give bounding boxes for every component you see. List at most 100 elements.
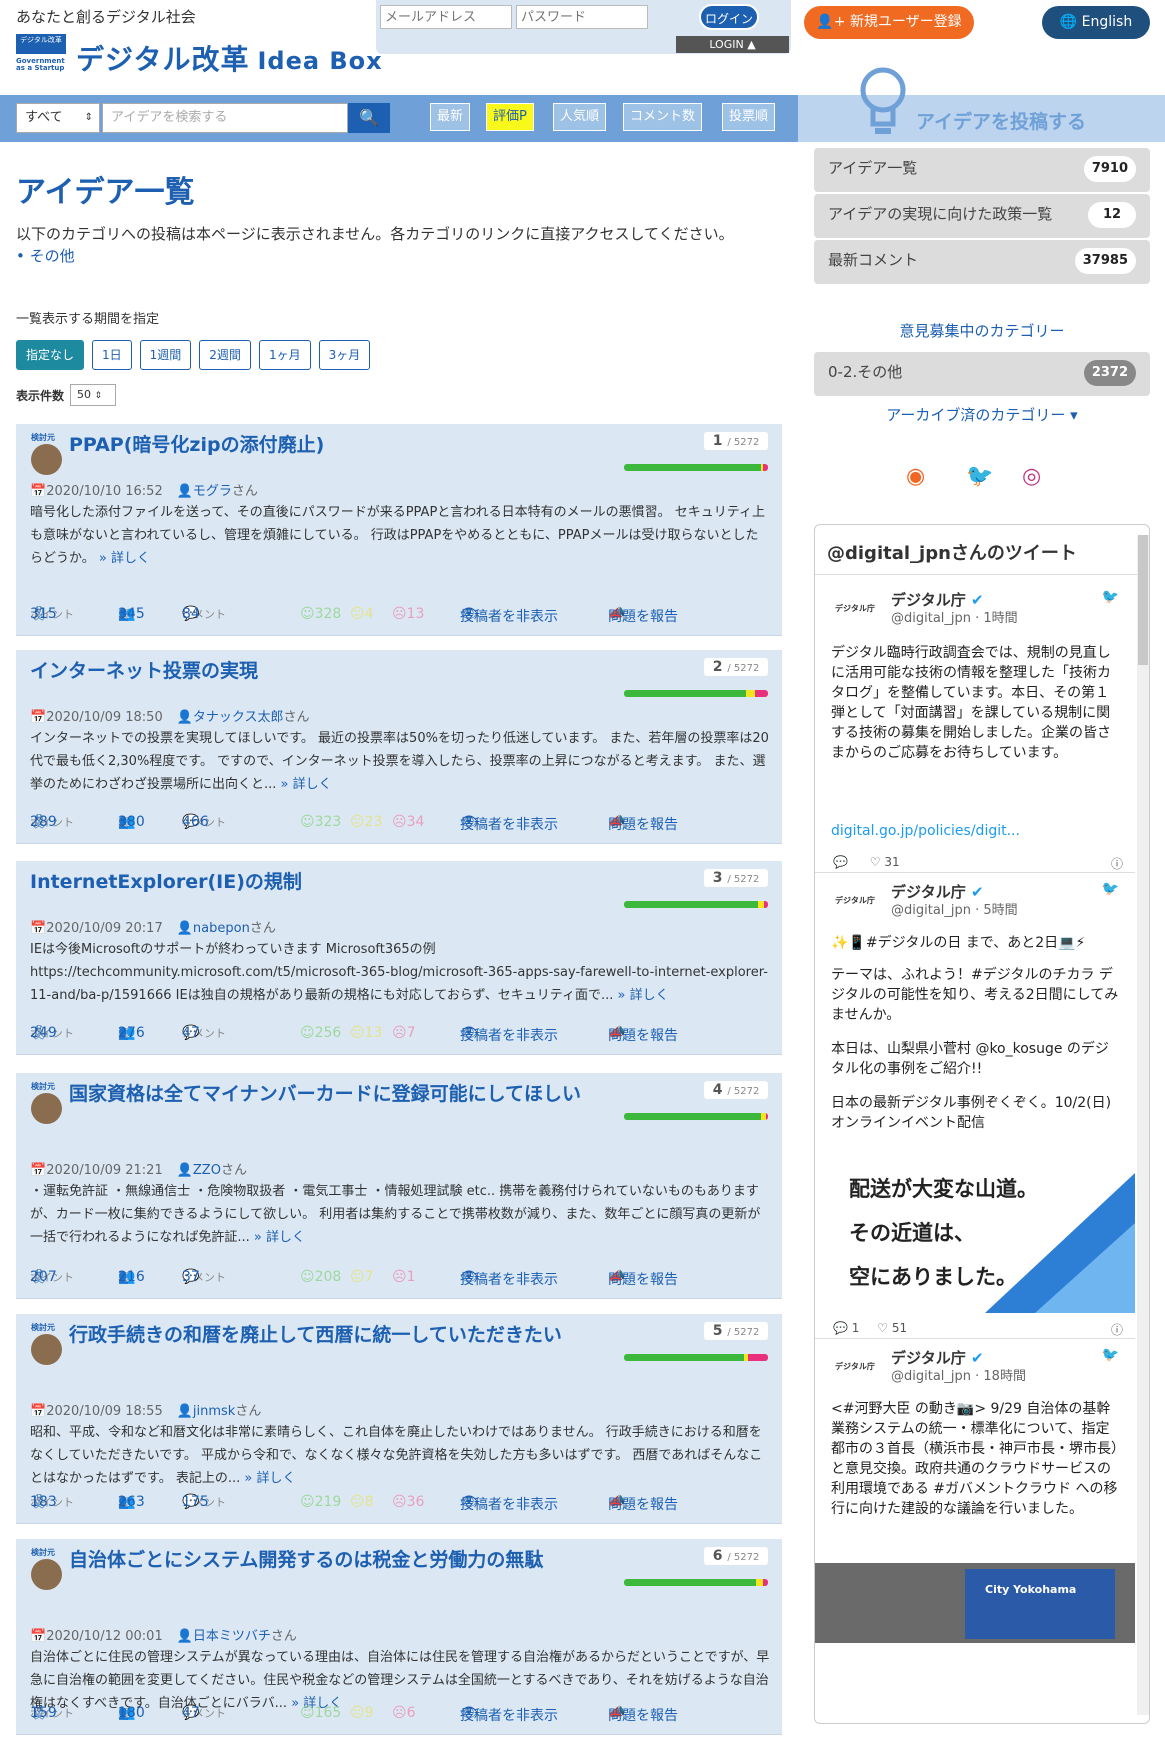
avatar: デジタル庁 [835, 896, 875, 905]
author-link[interactable]: 👤ZZO [177, 1163, 221, 1178]
source-label: 検討元 [31, 1548, 55, 1557]
tweet[interactable]: デジタル庁 デジタル庁 ✔ @digital_jpn · 5時間 🐦 ✨📱#デジ… [815, 873, 1135, 1339]
reply-icon[interactable]: 💬 [833, 855, 848, 869]
twitter-timeline[interactable]: @digital_jpnさんのツイート デジタル庁 デジタル庁 ✔ @digit… [814, 524, 1150, 1724]
password-field[interactable] [516, 5, 648, 29]
author-link[interactable]: 👤モグラ [177, 484, 232, 499]
comments-stat: 💬 84 コメント [182, 606, 226, 622]
idea-title[interactable]: 行政手続きの和暦を廃止して西暦に統一していただきたい [69, 1320, 589, 1350]
tweet-actions: 💬 1 ♡ 51 ⓘ [833, 1321, 1123, 1338]
search-button[interactable]: 🔍 [348, 103, 390, 133]
author-link[interactable]: 👤jinmsk [177, 1404, 236, 1419]
idea-body: 昭和、平成、令和など和暦文化は非常に素晴らしく、これ自体を廃止したいわけではあり… [30, 1425, 763, 1486]
category-icon [31, 1334, 62, 1365]
sort-rating[interactable]: 評価P [486, 103, 534, 131]
read-more-link[interactable]: » 詳しく [281, 777, 332, 792]
idea-body: IEは今後Microsoftのサポートが終わっていきます Microsoft36… [30, 942, 768, 1003]
category-select[interactable]: すべて ⇕ [16, 103, 100, 133]
brand-title[interactable]: デジタル改革 Idea Box [76, 38, 383, 78]
period-1month[interactable]: 1ヶ月 [258, 340, 311, 370]
idea-meta: 📅2020/10/09 18:50 👤タナックス太郎さん [30, 710, 310, 725]
tweet[interactable]: デジタル庁 デジタル庁 ✔ @digital_jpn · 18時間 🐦 <#河野… [815, 1339, 1135, 1723]
idea-meta: 📅2020/10/09 18:55 👤jinmskさん [30, 1404, 262, 1419]
sort-comments[interactable]: コメント数 [623, 103, 703, 131]
timeline-scrollbar[interactable] [1137, 535, 1149, 1715]
author-link[interactable]: 👤日本ミツバチ [177, 1629, 271, 1644]
idea-card[interactable]: 検討元 PPAP(暗号化zipの添付廃止) 1 / 5272 📅2020/10/10 … [16, 424, 782, 636]
neutral-count: 😐 7 [350, 1269, 374, 1285]
author-link[interactable]: 👤nabepon [177, 921, 250, 936]
read-more-link[interactable]: » 詳しく [244, 1471, 295, 1486]
period-3months[interactable]: 3ヶ月 [318, 340, 371, 370]
count-badge: 2372 [1083, 360, 1136, 386]
link-other-category[interactable]: • その他 [16, 245, 782, 266]
sidebar-item-comments[interactable]: 最新コメント 37985 [814, 240, 1150, 284]
period-1day[interactable]: 1日 [92, 340, 132, 370]
neutral-count: 😐 8 [350, 1494, 374, 1510]
bad-count: ☹ 13 [392, 606, 425, 622]
idea-card[interactable]: 検討元 行政手続きの和暦を廃止して西暦に統一していただきたい 5 / 5272 📅20… [16, 1314, 782, 1524]
info-icon[interactable]: ⓘ [1111, 855, 1123, 872]
tweet-image[interactable]: City Yokohama [815, 1563, 1135, 1643]
idea-card[interactable]: インターネット投票の実現 2 / 5272 📅2020/10/09 18:50 👤タナ… [16, 650, 782, 844]
calendar-icon: 📅 [30, 921, 47, 936]
read-more-link[interactable]: » 詳しく [254, 1230, 305, 1245]
period-1week[interactable]: 1週間 [139, 340, 192, 370]
globe-icon: 🌐 [1059, 14, 1082, 30]
calendar-icon: 📅 [30, 484, 47, 499]
site-logo[interactable]: デジタル改革 Government as a Startup [16, 34, 66, 76]
tweet[interactable]: デジタル庁 デジタル庁 ✔ @digital_jpn · 1時間 🐦 デジタル臨… [815, 581, 1135, 873]
bad-count: ☹ 36 [392, 1494, 425, 1510]
read-more-link[interactable]: » 詳しく [99, 551, 150, 566]
idea-title[interactable]: InternetExplorer(IE)の規制 [30, 867, 670, 897]
archived-categories-link[interactable]: アーカイブ済のカテゴリー ▾ [814, 404, 1150, 425]
twitter-icon[interactable]: 🐦 [966, 464, 993, 489]
points-stat: 🎗 289 ポイント [30, 814, 74, 830]
idea-card[interactable]: InternetExplorer(IE)の規制 3 / 5272 📅2020/10/… [16, 861, 782, 1055]
idea-card[interactable]: 検討元 国家資格は全てマイナンバーカードに登録可能にしてほしい 4 / 5272 📅2… [16, 1073, 782, 1299]
login-button[interactable]: ログイン [699, 4, 759, 30]
period-2weeks[interactable]: 2週間 [199, 340, 251, 370]
category-icon [31, 444, 62, 475]
reply-icon[interactable]: 💬 [833, 1321, 848, 1335]
idea-title[interactable]: 自治体ごとにシステム開発するのは税金と労働力の無駄 [69, 1545, 589, 1575]
tweet-link[interactable]: digital.go.jp/policies/digit... [831, 821, 1121, 841]
display-count-select[interactable]: 50 ⇕ [70, 384, 117, 406]
idea-card[interactable]: 検討元 自治体ごとにシステム開発するのは税金と労働力の無駄 6 / 5272 📅202… [16, 1539, 782, 1735]
calendar-icon: 📅 [30, 1163, 47, 1178]
page-title: アイデア一覧 [16, 175, 195, 210]
instagram-icon[interactable]: ◎ [1022, 464, 1041, 489]
idea-title[interactable]: PPAP(暗号化zipの添付廃止) [69, 430, 709, 460]
sort-popular[interactable]: 人気順 [553, 103, 607, 131]
sidebar-item-ideas[interactable]: アイデア一覧 7910 [814, 148, 1150, 192]
category-icon [31, 1559, 62, 1590]
count-badge: 37985 [1074, 248, 1136, 274]
tweet-text: ✨📱#デジタルの日 まで、あと2日💻⚡ [831, 935, 1086, 951]
rating-bar [624, 1354, 768, 1361]
post-idea-banner[interactable]: アイデアを投稿する [798, 95, 1165, 142]
idea-body: ・運転免許証 ・無線通信士 ・危険物取扱者 ・電気工事士 ・情報処理試験 etc… [30, 1184, 761, 1245]
login-toggle-tab[interactable]: LOGIN ▲ [676, 36, 789, 53]
calendar-icon: 📅 [30, 1629, 47, 1644]
sidebar-item-policies[interactable]: アイデアの実現に向けた政策一覧 12 [814, 194, 1150, 238]
idea-meta: 📅2020/10/10 16:52 👤モグラさん [30, 484, 258, 499]
idea-title[interactable]: インターネット投票の実現 [30, 656, 670, 686]
idea-title[interactable]: 国家資格は全てマイナンバーカードに登録可能にしてほしい [69, 1079, 589, 1109]
tweet-image[interactable]: 配送が大変な山道。 その近道は、 空にありました。 [815, 1143, 1135, 1315]
rank-badge: 4 / 5272 [704, 1081, 768, 1099]
like-icon[interactable]: ♡ [870, 855, 881, 869]
sidebar-item-other[interactable]: 0-2.その他 2372 [814, 352, 1150, 396]
like-icon[interactable]: ♡ [877, 1321, 888, 1335]
sort-votes[interactable]: 投票順 [722, 103, 776, 131]
author-link[interactable]: 👤タナックス太郎 [177, 710, 284, 725]
read-more-link[interactable]: » 詳しく [618, 988, 669, 1003]
sort-latest[interactable]: 最新 [430, 103, 471, 131]
period-none[interactable]: 指定なし [16, 340, 85, 370]
search-input[interactable]: アイデアを検索する [102, 103, 348, 133]
english-button[interactable]: 🌐 English [1042, 6, 1150, 39]
open-categories-link[interactable]: 意見募集中のカテゴリー [814, 320, 1150, 341]
rss-icon[interactable]: ◉ [906, 464, 925, 489]
info-icon[interactable]: ⓘ [1111, 1321, 1123, 1338]
register-button[interactable]: 👤+ 新規ユーザー登録 [804, 6, 974, 39]
email-field[interactable] [380, 5, 512, 29]
